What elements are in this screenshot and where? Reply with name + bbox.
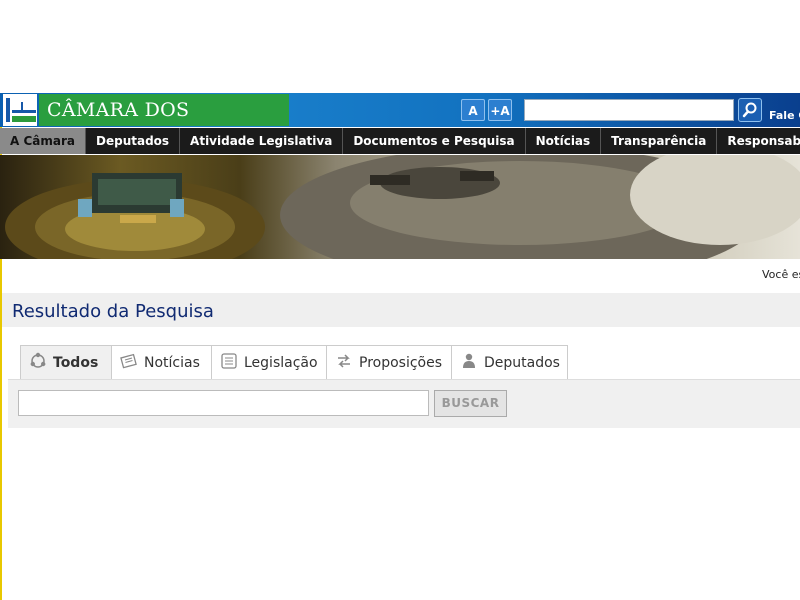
- proposals-icon: [335, 352, 353, 374]
- nav-item-documentos-pesquisa[interactable]: Documentos e Pesquisa: [343, 128, 526, 154]
- nav-item-responsabilidade-social[interactable]: Responsabilidade Soci: [717, 128, 800, 154]
- font-size-normal-button[interactable]: A: [461, 99, 485, 121]
- tab-noticias[interactable]: Notícias: [112, 345, 212, 379]
- tab-proposicoes[interactable]: Proposições: [327, 345, 452, 379]
- header-search-button[interactable]: [738, 98, 762, 122]
- search-tabs: Todos Notícias Legislação Proposições De…: [20, 345, 568, 379]
- site-header: CÂMARA DOS DEPUTADOS A +A Fale C: [0, 93, 800, 153]
- nav-item-deputados[interactable]: Deputados: [86, 128, 181, 154]
- tab-label: Legislação: [244, 354, 318, 371]
- search-input[interactable]: [18, 390, 429, 416]
- main-nav: A Câmara Deputados Atividade Legislativa…: [0, 128, 800, 154]
- font-size-increase-button[interactable]: +A: [488, 99, 512, 121]
- tab-todos[interactable]: Todos: [20, 345, 112, 379]
- tab-label: Proposições: [359, 354, 443, 371]
- all-icon: [29, 352, 47, 374]
- site-logo-text[interactable]: CÂMARA DOS DEPUTADOS: [39, 94, 289, 153]
- page-title: Resultado da Pesquisa: [12, 301, 214, 322]
- search-button[interactable]: BUSCAR: [434, 390, 507, 417]
- tab-legislacao[interactable]: Legislação: [212, 345, 327, 379]
- tab-label: Deputados: [484, 354, 560, 371]
- tab-label: Notícias: [144, 354, 200, 371]
- search-icon: [742, 102, 757, 118]
- legislation-icon: [220, 352, 238, 374]
- nav-item-atividade-legislativa[interactable]: Atividade Legislativa: [180, 128, 344, 154]
- tab-deputados[interactable]: Deputados: [452, 345, 568, 379]
- deputies-icon: [460, 352, 478, 374]
- title-bar: Resultado da Pesquisa: [2, 293, 800, 327]
- nav-item-a-camara[interactable]: A Câmara: [0, 128, 86, 154]
- nav-item-noticias[interactable]: Notícias: [526, 128, 602, 154]
- tab-label: Todos: [53, 354, 99, 371]
- search-panel: BUSCAR: [8, 379, 800, 428]
- news-icon: [120, 352, 138, 374]
- contact-link[interactable]: Fale C: [769, 109, 800, 122]
- nav-item-transparencia[interactable]: Transparência: [601, 128, 718, 154]
- breadcrumb: Você es: [762, 268, 800, 281]
- plenary-banner-image: [0, 155, 800, 259]
- logo-icon[interactable]: [3, 94, 37, 126]
- header-search-input[interactable]: [524, 99, 734, 121]
